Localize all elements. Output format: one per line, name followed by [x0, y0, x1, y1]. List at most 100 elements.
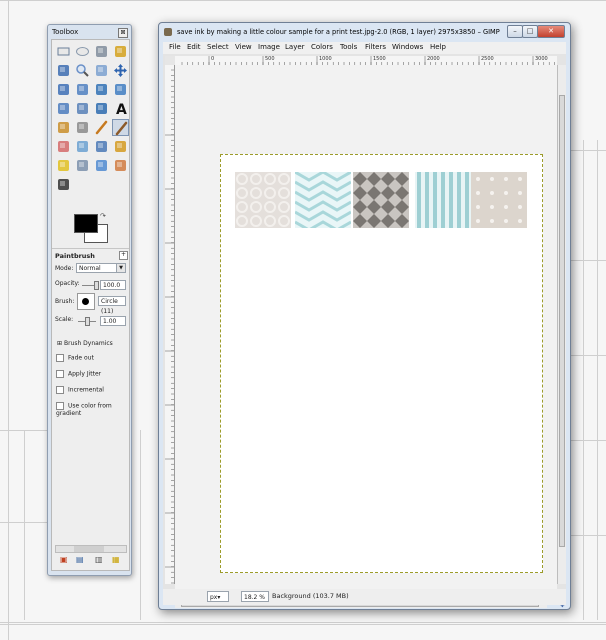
scale-spinner[interactable]: 1.00: [100, 316, 126, 326]
eraser-icon[interactable]: [55, 138, 72, 155]
menu-tools[interactable]: Tools: [340, 43, 357, 51]
color-picker-icon[interactable]: [55, 62, 72, 79]
ruler-corner-button[interactable]: [165, 56, 175, 65]
menu-edit[interactable]: Edit: [187, 43, 201, 51]
menu-windows[interactable]: Windows: [392, 43, 423, 51]
crop-icon[interactable]: [74, 81, 91, 98]
incremental-check[interactable]: Incremental: [56, 386, 104, 394]
clone-icon[interactable]: [112, 138, 129, 155]
airbrush-icon[interactable]: [74, 138, 91, 155]
check-label: Use color from gradient: [56, 402, 112, 418]
rect-select-icon[interactable]: [55, 43, 72, 60]
chevron-down-icon: ▼: [116, 264, 125, 272]
ruler-label: 500: [265, 56, 275, 62]
toolbox-close-button[interactable]: ⊠: [118, 28, 128, 38]
menu-select[interactable]: Select: [207, 43, 229, 51]
ellipse-select-icon[interactable]: [74, 43, 91, 60]
zoom-value: 18.2 %: [244, 594, 265, 601]
unit-combo[interactable]: px▾: [207, 591, 229, 602]
fuzzy-select-icon[interactable]: [112, 43, 129, 60]
move-icon[interactable]: [112, 62, 129, 79]
rotate-icon[interactable]: [93, 81, 110, 98]
quatrefoil-swatch: [235, 172, 291, 228]
ink-icon[interactable]: [93, 138, 110, 155]
menu-file[interactable]: File: [169, 43, 181, 51]
pencil-icon[interactable]: [93, 119, 110, 136]
toolbox-scrollbar[interactable]: [55, 545, 127, 553]
delete-options-icon[interactable]: ▥: [95, 556, 103, 564]
mode-label: Mode:: [55, 265, 74, 272]
status-text: Background (103.7 MB): [272, 592, 349, 600]
text-icon[interactable]: A: [112, 100, 129, 117]
scale-value: 1.00: [103, 318, 117, 325]
flip-icon[interactable]: [93, 100, 110, 117]
close-button[interactable]: ✕: [537, 25, 565, 38]
minimize-button[interactable]: –: [507, 25, 523, 38]
tool-options-menu-button[interactable]: +: [119, 251, 128, 260]
checkbox[interactable]: [56, 354, 64, 362]
opacity-spinner[interactable]: 100.0: [100, 280, 126, 290]
blend-icon[interactable]: [74, 119, 91, 136]
checkbox[interactable]: [56, 402, 64, 410]
apply-jitter-check[interactable]: Apply Jitter: [56, 370, 101, 378]
tool-options-title: Paintbrush: [55, 252, 95, 260]
bucket-fill-icon[interactable]: [55, 119, 72, 136]
free-select-icon[interactable]: [93, 43, 110, 60]
foreground-color[interactable]: [74, 214, 98, 233]
menu-help[interactable]: Help: [430, 43, 446, 51]
perspective-clone-icon[interactable]: [74, 157, 91, 174]
vertical-scrollbar[interactable]: [557, 65, 566, 584]
menu-filters[interactable]: Filters: [365, 43, 386, 51]
brush-preview[interactable]: [77, 293, 95, 310]
toolbox-window: Toolbox ⊠ A ↷ Paintbrush + Mode: Normal …: [47, 24, 132, 576]
checkbox[interactable]: [56, 370, 64, 378]
svg-text:A: A: [116, 102, 127, 117]
menu-image[interactable]: Image: [258, 43, 280, 51]
canvas[interactable]: [175, 65, 557, 598]
dodge-burn-icon[interactable]: [55, 176, 72, 193]
opacity-label: Opacity:: [55, 280, 80, 287]
vertical-ruler[interactable]: [165, 65, 175, 584]
scrollbar-thumb[interactable]: [559, 95, 565, 547]
ruler-label: 1000: [319, 56, 332, 62]
check-label: Fade out: [68, 354, 94, 362]
brush-label: Brush:: [55, 298, 75, 305]
fade-out-check[interactable]: Fade out: [56, 354, 94, 362]
smudge-icon[interactable]: [112, 157, 129, 174]
menu-view[interactable]: View: [235, 43, 252, 51]
maximize-button[interactable]: □: [522, 25, 538, 38]
align-icon[interactable]: [55, 81, 72, 98]
save-options-icon[interactable]: ▣: [60, 556, 68, 564]
menu-colors[interactable]: Colors: [311, 43, 333, 51]
mode-combo[interactable]: Normal ▼: [76, 263, 126, 273]
paintbrush-icon[interactable]: [112, 119, 129, 136]
restore-options-icon[interactable]: ▤: [76, 556, 84, 564]
image-layer[interactable]: [220, 154, 543, 573]
zoom-icon[interactable]: [74, 62, 91, 79]
zoom-combo[interactable]: 18.2 %: [241, 591, 269, 602]
options-divider: [52, 248, 129, 249]
scale-icon[interactable]: [112, 81, 129, 98]
color-from-gradient-check[interactable]: Use color from gradient: [56, 402, 129, 417]
ruler-label: 2500: [481, 56, 494, 62]
window-title: save ink by making a little colour sampl…: [177, 28, 500, 36]
brush-dynamics-label: Brush Dynamics: [63, 340, 113, 347]
blur-icon[interactable]: [93, 157, 110, 174]
opacity-slider-handle[interactable]: [94, 281, 99, 290]
fg-bg-colors[interactable]: ↷: [74, 212, 110, 244]
shear-icon[interactable]: [55, 100, 72, 117]
measure-icon[interactable]: [93, 62, 110, 79]
status-bar: px▾ 18.2 % Background (103.7 MB): [163, 589, 566, 605]
perspective-icon[interactable]: [74, 100, 91, 117]
menu-layer[interactable]: Layer: [285, 43, 305, 51]
brush-dynamics-expander[interactable]: ⊞ Brush Dynamics: [57, 340, 113, 347]
scale-slider-handle[interactable]: [85, 317, 90, 326]
checkbox[interactable]: [56, 386, 64, 394]
heal-icon[interactable]: [55, 157, 72, 174]
canvas-area: 050010001500200025003000 ✥: [163, 54, 566, 609]
mode-value: Normal: [79, 265, 101, 272]
gimp-app-icon: [164, 28, 172, 36]
scrollbar-thumb[interactable]: [74, 546, 104, 552]
reset-options-icon[interactable]: ▦: [112, 556, 120, 564]
swap-colors-icon[interactable]: ↷: [100, 212, 106, 220]
